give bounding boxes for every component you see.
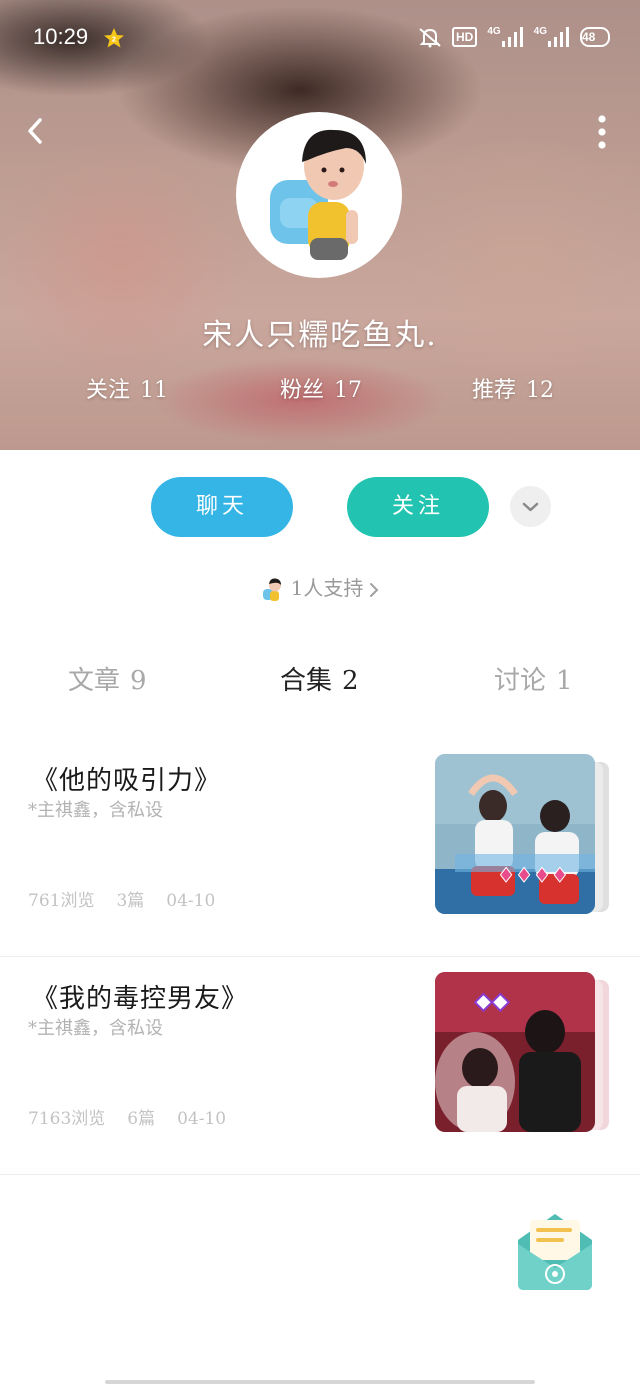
svg-text:◆◆: ◆◆ (475, 989, 509, 1014)
supporter-avatar-icon (262, 577, 281, 601)
collection-date: 04-10 (166, 891, 216, 911)
collection-views: 761浏览 (28, 891, 95, 911)
mail-fab-button[interactable] (514, 1210, 596, 1292)
status-time: 10:29 (33, 24, 89, 49)
avatar-illustration (242, 118, 396, 272)
collection-desc: *主祺鑫，含私设 (28, 800, 163, 821)
stat-following-count: 11 (140, 378, 169, 403)
stat-following-label: 关注 (86, 378, 131, 403)
stat-recommend-count: 12 (526, 378, 555, 403)
tab-articles-count: 9 (130, 666, 147, 696)
profile-nickname: 宋人只糯吃鱼丸. (202, 318, 438, 353)
home-indicator (105, 1380, 535, 1384)
avatar-image (242, 118, 396, 272)
collection-cover: ◆◆ (435, 972, 615, 1138)
more-menu-icon[interactable] (592, 114, 612, 150)
expand-more-button[interactable] (510, 486, 551, 527)
collection-date: 04-10 (177, 1109, 227, 1129)
status-bar: 10:29 2 HD 4G 4G 48 (0, 0, 640, 78)
collection-item[interactable]: 《我的毒控男友》 *主祺鑫，含私设 7163浏览 6篇 04-10 ◆◆ (0, 956, 640, 1175)
stat-recommend-label: 推荐 (472, 378, 517, 403)
collection-title: 《他的吸引力》 (32, 766, 222, 796)
collection-meta: 7163浏览 6篇 04-10 (28, 1104, 248, 1129)
svg-text:2: 2 (112, 37, 116, 44)
mute-bell-icon (419, 28, 441, 48)
tab-collections[interactable]: 合集 2 (280, 660, 359, 697)
stat-following[interactable]: 关注 11 (86, 372, 168, 404)
collection-cover: ♦♦♦♦ (435, 754, 615, 920)
chat-button[interactable]: 聊天 (151, 477, 293, 537)
support-row[interactable]: 1人支持 (0, 572, 640, 602)
avatar[interactable] (236, 112, 402, 278)
signal-icon-2: 4G (533, 25, 570, 47)
content-tabs: 文章 9 合集 2 讨论 1 (0, 660, 640, 704)
tab-discussions[interactable]: 讨论 1 (494, 660, 573, 697)
profile-cover: 10:29 2 HD 4G 4G 48 宋人只糯吃鱼丸. 关注 11 粉丝 17… (0, 0, 640, 450)
back-arrow-icon[interactable] (22, 116, 52, 146)
collection-thumbnail: ◆◆ (435, 972, 595, 1132)
battery-icon: 48 (580, 27, 610, 47)
follow-button[interactable]: 关注 (347, 477, 489, 537)
collection-meta: 761浏览 3篇 04-10 (28, 886, 237, 911)
stat-fans-label: 粉丝 (280, 378, 325, 403)
signal-icon: 4G (487, 25, 523, 47)
profile-stats: 关注 11 粉丝 17 推荐 12 (0, 372, 640, 408)
stat-fans-count: 17 (334, 378, 363, 403)
stat-fans[interactable]: 粉丝 17 (280, 372, 362, 404)
envelope-icon (518, 1214, 592, 1290)
star-badge-icon: 2 (104, 28, 124, 48)
collection-desc: *主祺鑫，含私设 (28, 1018, 163, 1039)
tab-articles-label: 文章 (68, 666, 121, 696)
collection-views: 7163浏览 (28, 1109, 106, 1129)
tab-collections-label: 合集 (280, 666, 333, 696)
status-icons: HD 4G 4G 48 (418, 26, 610, 48)
tab-articles[interactable]: 文章 9 (68, 660, 147, 697)
hd-icon: HD (451, 27, 478, 47)
collection-chapters: 3篇 (116, 891, 145, 911)
chevron-down-icon (522, 502, 539, 512)
tab-discussions-count: 1 (556, 666, 573, 696)
collection-title: 《我的毒控男友》 (32, 984, 249, 1014)
network-type-label: 4G (487, 25, 501, 37)
collection-item[interactable]: 《他的吸引力》 *主祺鑫，含私设 761浏览 3篇 04-10 ♦♦♦♦ (0, 738, 640, 957)
svg-text:♦♦♦♦: ♦♦♦♦ (497, 863, 569, 887)
network-type-label-2: 4G (533, 25, 547, 37)
collection-chapters: 6篇 (127, 1109, 156, 1129)
stat-recommend[interactable]: 推荐 12 (472, 372, 554, 404)
collection-thumbnail: ♦♦♦♦ (435, 754, 595, 914)
tab-discussions-label: 讨论 (494, 666, 547, 696)
support-text: 1人支持 (290, 576, 364, 600)
chevron-right-icon (370, 582, 379, 597)
tab-collections-count: 2 (342, 666, 359, 696)
